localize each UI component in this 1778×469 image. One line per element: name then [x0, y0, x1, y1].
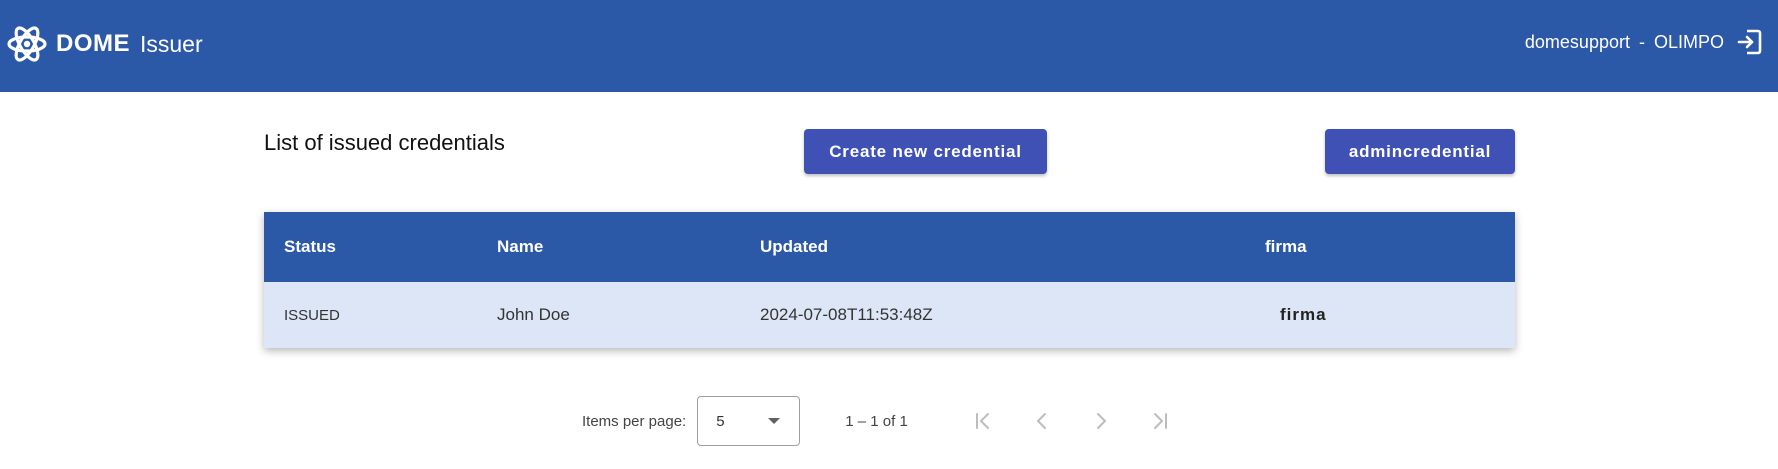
table-header-row: Status Name Updated firma: [264, 212, 1515, 282]
first-page-icon: [975, 413, 989, 429]
organization-name: OLIMPO: [1653, 31, 1724, 52]
dome-logo-icon: [7, 26, 47, 62]
next-page-button[interactable]: [1081, 401, 1121, 441]
firma-cell: firma: [1265, 282, 1515, 348]
brand-subtitle: Issuer: [140, 30, 203, 57]
logout-icon: [1737, 29, 1762, 55]
paginator: Items per page: 5 1 – 1 of 1: [582, 395, 1199, 447]
updated-cell: 2024-07-08T11:53:48Z: [760, 305, 933, 324]
items-per-page-value: 5: [716, 412, 725, 430]
column-header-name: Name: [497, 237, 544, 256]
column-header-status: Status: [284, 237, 336, 256]
range-label: 1 – 1 of 1: [845, 412, 908, 430]
user-name: domesupport: [1524, 31, 1630, 52]
top-bar: DOME Issuer domesupport - OLIMPO: [0, 0, 1778, 92]
status-cell: ISSUED: [284, 306, 340, 324]
chevron-left-icon: [1036, 413, 1046, 429]
user-area: domesupport - OLIMPO: [1525, 24, 1766, 60]
admin-credential-button[interactable]: admincredential: [1325, 129, 1515, 174]
table-row[interactable]: ISSUED John Doe 2024-07-08T11:53:48Z fir…: [264, 282, 1515, 348]
previous-page-button[interactable]: [1022, 401, 1062, 441]
create-new-credential-button[interactable]: Create new credential: [804, 129, 1047, 174]
user-separator: -: [1638, 31, 1645, 52]
credentials-table: Status Name Updated firma ISSUED John Do…: [264, 212, 1515, 348]
items-per-page-label: Items per page:: [582, 412, 687, 430]
column-header-updated: Updated: [760, 237, 828, 256]
items-per-page-select[interactable]: 5: [697, 396, 801, 446]
firma-button[interactable]: firma: [1265, 305, 1327, 325]
brand-name: DOME: [56, 30, 130, 57]
chevron-right-icon: [1096, 413, 1106, 429]
last-page-icon: [1153, 413, 1167, 429]
last-page-button[interactable]: [1140, 401, 1180, 441]
first-page-button[interactable]: [963, 401, 1003, 441]
page-title: List of issued credentials: [264, 130, 505, 155]
arrow-drop-down-icon: [768, 418, 781, 424]
column-header-firma: firma: [1265, 237, 1307, 256]
logout-button[interactable]: [1734, 26, 1766, 58]
name-cell: John Doe: [497, 305, 570, 324]
brand[interactable]: DOME Issuer: [6, 22, 203, 66]
